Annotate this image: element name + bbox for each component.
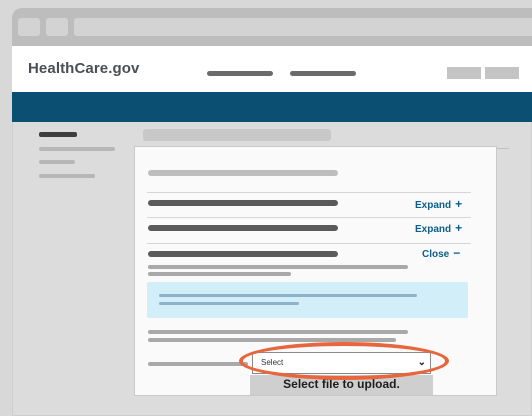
panel-heading-placeholder [148, 170, 338, 176]
close-label: Close [422, 249, 450, 260]
plus-icon: + [455, 197, 463, 211]
header-button-placeholder[interactable] [447, 67, 481, 79]
window-control[interactable] [46, 18, 68, 36]
minus-icon: − [453, 246, 461, 260]
navigation-band [12, 92, 532, 122]
sidebar-item-active[interactable] [39, 132, 77, 137]
sidebar-item[interactable] [39, 174, 95, 178]
row-divider [147, 217, 471, 218]
document-type-select[interactable]: Select ⌄ [252, 352, 431, 374]
nav-link-placeholder[interactable] [207, 71, 273, 76]
accordion-title-placeholder [148, 251, 338, 257]
body-text-placeholder [148, 265, 408, 269]
accordion-title-placeholder [148, 200, 338, 206]
info-callout [147, 282, 468, 318]
body-text-placeholder [148, 330, 408, 334]
chevron-down-icon: ⌄ [417, 357, 426, 368]
document-upload-panel: Expand + Expand + Close − Select ⌄ Select f… [134, 146, 497, 396]
site-logo[interactable]: HealthCare.gov [28, 60, 139, 77]
header-button-placeholder[interactable] [485, 67, 519, 79]
field-label-placeholder [148, 362, 248, 366]
browser-chrome [12, 8, 532, 46]
screenshot-frame: HealthCare.gov Expand + Expand + Close −… [0, 0, 532, 416]
select-value: Select [261, 358, 284, 367]
callout-text-placeholder [159, 302, 299, 305]
body-text-placeholder [148, 338, 396, 342]
plus-icon: + [455, 221, 463, 235]
accordion-title-placeholder [148, 225, 338, 231]
site-header: HealthCare.gov [12, 46, 532, 92]
callout-text-placeholder [159, 294, 417, 297]
row-divider [147, 192, 471, 193]
select-file-button[interactable]: Select file to upload. [250, 375, 433, 395]
expand-label: Expand [415, 224, 452, 235]
expand-button[interactable]: Expand + [415, 221, 462, 235]
expand-button[interactable]: Expand + [415, 197, 462, 211]
expand-label: Expand [415, 200, 452, 211]
sidebar-item[interactable] [39, 160, 75, 164]
address-bar[interactable] [74, 18, 532, 36]
close-button[interactable]: Close − [422, 246, 460, 260]
body-text-placeholder [148, 272, 291, 276]
row-divider [147, 243, 471, 244]
sidebar-item[interactable] [39, 147, 115, 151]
window-control[interactable] [18, 18, 40, 36]
page-title-placeholder [143, 129, 331, 141]
nav-link-placeholder[interactable] [290, 71, 356, 76]
